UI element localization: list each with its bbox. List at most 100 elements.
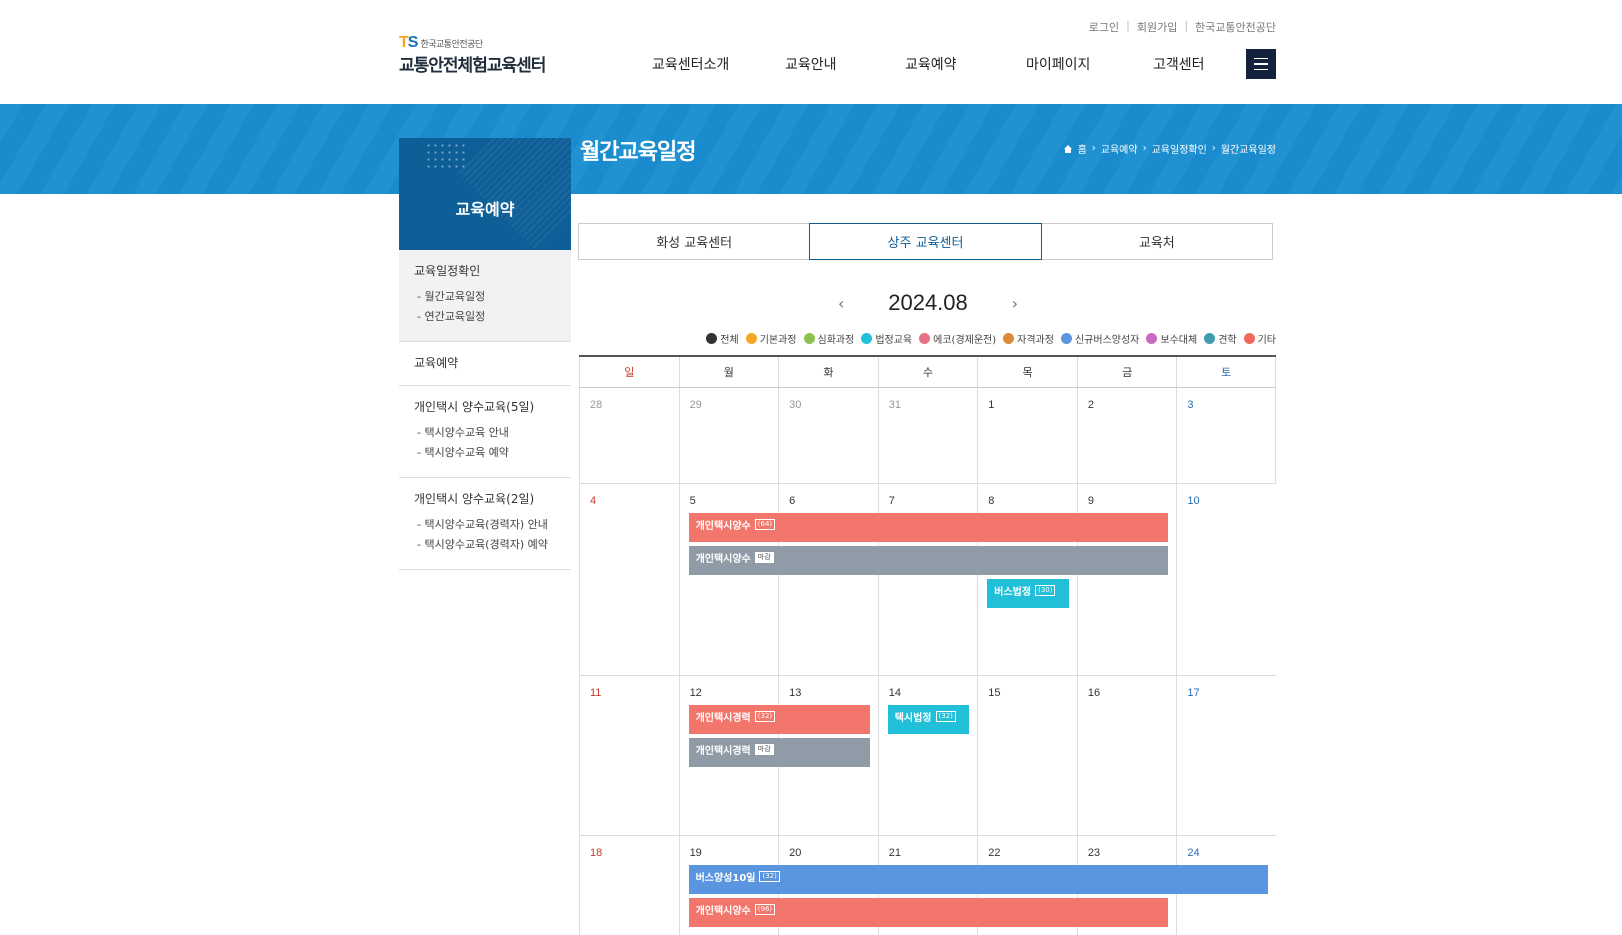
next-month-chevron-right-icon[interactable]: › bbox=[1012, 294, 1018, 313]
calendar-day-cell[interactable]: 18 bbox=[579, 836, 679, 935]
tab-edu-office[interactable]: 교육처 bbox=[1040, 223, 1273, 260]
main-nav: 교육센터소개 교육안내 교육예약 마이페이지 고객센터 bbox=[652, 54, 1233, 74]
kotsa-link[interactable]: 한국교통안전공단 bbox=[1195, 19, 1276, 35]
calendar-event[interactable]: 개인택시경력 마감 bbox=[688, 738, 870, 767]
tab-hwaseong[interactable]: 화성 교육센터 bbox=[578, 223, 811, 260]
calendar-event[interactable]: 버스양성10일 (32) bbox=[688, 865, 1268, 894]
tab-sangju[interactable]: 상주 교육센터 bbox=[809, 223, 1042, 260]
side-sub-taxi-guide[interactable]: - 택시양수교육 안내 bbox=[414, 423, 571, 443]
calendar-weekday-header: 일월화수목금토 bbox=[579, 355, 1276, 388]
calendar-day-cell[interactable]: 11 bbox=[579, 676, 679, 835]
side-item-schedule-check[interactable]: 교육일정확인 bbox=[414, 262, 571, 279]
legend-label: 기타 bbox=[1257, 335, 1276, 346]
side-item-taxi-2day[interactable]: 개인택시 양수교육(2일) bbox=[414, 490, 571, 507]
breadcrumb-home[interactable]: 홈 bbox=[1078, 141, 1087, 156]
legend-dot-icon bbox=[1204, 333, 1216, 344]
calendar-event[interactable]: 개인택시양수 (96) bbox=[688, 898, 1169, 927]
page-title: 월간교육일정 bbox=[580, 140, 696, 165]
calendar-day-cell[interactable]: 4 bbox=[579, 484, 679, 675]
legend-item[interactable]: 법정교육 bbox=[861, 331, 912, 346]
calendar-week-row: 11 12 13 14 15 16 17 개인택시경력 (32) 개인택시경력 마감 택시법정 (32) bbox=[579, 676, 1276, 836]
legend-label: 심화과정 bbox=[817, 335, 855, 346]
calendar-event[interactable]: 개인택시양수 마감 bbox=[688, 546, 1169, 575]
calendar-day-cell[interactable]: 10 bbox=[1176, 484, 1276, 675]
side-group-schedule: 교육일정확인 - 월간교육일정 - 연간교육일정 bbox=[399, 250, 571, 342]
calendar-day-cell[interactable]: 3 bbox=[1176, 388, 1276, 483]
legend-label: 자격과정 bbox=[1017, 335, 1054, 346]
breadcrumb: 홈 › 교육예약 › 교육일정확인 › 월간교육일정 bbox=[1063, 141, 1276, 156]
weekday-label: 목 bbox=[977, 357, 1077, 387]
calendar-event[interactable]: 개인택시경력 (32) bbox=[688, 705, 870, 734]
util-separator: | bbox=[1184, 19, 1189, 32]
event-label: 개인택시경력 bbox=[695, 713, 751, 724]
nav-item-edu-guide[interactable]: 교육안내 bbox=[785, 54, 905, 74]
logo-site-name: 교통안전체험교육센터 bbox=[399, 56, 546, 76]
nav-item-customer-center[interactable]: 고객센터 bbox=[1153, 54, 1233, 74]
login-link[interactable]: 로그인 bbox=[1089, 19, 1119, 35]
signup-link[interactable]: 회원가입 bbox=[1137, 19, 1177, 35]
hamburger-menu-button[interactable] bbox=[1246, 49, 1276, 79]
legend-item[interactable]: 보수대체 bbox=[1146, 331, 1197, 346]
side-group-taxi-5day: 개인택시 양수교육(5일) - 택시양수교육 안내 - 택시양수교육 예약 bbox=[399, 386, 571, 478]
legend-item[interactable]: 기타 bbox=[1243, 331, 1276, 346]
month-navigator: ‹ 2024.08 › bbox=[838, 290, 1018, 316]
ts-logo-mark: TS bbox=[399, 34, 418, 51]
category-legend: 전체 기본과정 심화과정 법정교육 에코(경제운전) 자격과정 신규버스양성자 보수대체 견학 기… bbox=[706, 331, 1276, 346]
side-item-taxi-5day[interactable]: 개인택시 양수교육(5일) bbox=[414, 398, 571, 415]
event-seats-badge: (32) bbox=[759, 871, 780, 882]
legend-item[interactable]: 기본과정 bbox=[745, 331, 797, 346]
chevron-right-icon: › bbox=[1211, 143, 1216, 154]
legend-item[interactable]: 신규버스양성자 bbox=[1060, 331, 1139, 346]
site-logo[interactable]: TS 한국교통안전공단 교통안전체험교육센터 bbox=[399, 34, 546, 77]
calendar-day-cell[interactable]: 16 bbox=[1076, 676, 1177, 835]
side-sub-yearly[interactable]: - 연간교육일정 bbox=[414, 307, 571, 327]
breadcrumb-monthly[interactable]: 월간교육일정 bbox=[1221, 141, 1276, 156]
calendar-day-cell[interactable]: 30 bbox=[778, 388, 878, 483]
legend-item[interactable]: 심화과정 bbox=[803, 331, 855, 346]
chevron-right-icon: › bbox=[1142, 143, 1147, 154]
calendar-day-cell[interactable]: 2 bbox=[1076, 388, 1177, 483]
decor-dots bbox=[425, 142, 467, 168]
calendar-body: 28 29 30 31 1 2 3 4 5 6 7 8 9 10 개인택시양수 (64) 개인택시양수 마감 버스법… bbox=[579, 388, 1276, 935]
side-sub-monthly[interactable]: - 월간교육일정 bbox=[414, 287, 571, 307]
calendar-day-cell[interactable]: 17 bbox=[1176, 676, 1276, 835]
calendar-event[interactable]: 버스법정 (30) bbox=[987, 579, 1069, 608]
side-sub-taxi-exp-reserve[interactable]: - 택시양수교육(경력자) 예약 bbox=[414, 535, 571, 555]
nav-item-center-intro[interactable]: 교육센터소개 bbox=[652, 54, 785, 74]
center-tabs: 화성 교육센터 상주 교육센터 교육처 bbox=[578, 223, 1273, 260]
legend-label: 법정교육 bbox=[875, 335, 913, 346]
legend-item[interactable]: 에코(경제운전) bbox=[919, 331, 996, 346]
utility-links: 로그인 | 회원가입 | 한국교통안전공단 bbox=[1089, 19, 1276, 35]
calendar-week-row: 4 5 6 7 8 9 10 개인택시양수 (64) 개인택시양수 마감 버스법정 (30) bbox=[579, 484, 1276, 676]
legend-item[interactable]: 견학 bbox=[1204, 331, 1237, 346]
calendar-event[interactable]: 개인택시양수 (64) bbox=[688, 513, 1169, 542]
legend-label: 기본과정 bbox=[759, 335, 797, 346]
legend-dot-icon bbox=[803, 333, 815, 344]
calendar-event[interactable]: 택시법정 (32) bbox=[887, 705, 970, 734]
calendar-day-cell[interactable]: 28 bbox=[579, 388, 679, 483]
legend-dot-icon bbox=[1146, 333, 1158, 344]
nav-item-edu-reserve[interactable]: 교육예약 bbox=[905, 54, 1026, 74]
calendar-day-cell[interactable]: 1 bbox=[977, 388, 1077, 483]
prev-month-chevron-left-icon[interactable]: ‹ bbox=[838, 294, 844, 313]
event-label: 개인택시양수 bbox=[695, 554, 751, 565]
breadcrumb-edu-reserve[interactable]: 교육예약 bbox=[1101, 141, 1138, 156]
nav-item-mypage[interactable]: 마이페이지 bbox=[1026, 54, 1153, 74]
calendar-day-cell[interactable]: 29 bbox=[678, 388, 779, 483]
event-label: 개인택시양수 bbox=[695, 906, 751, 917]
calendar-day-cell[interactable]: 31 bbox=[877, 388, 978, 483]
side-item-edu-reserve[interactable]: 교육예약 bbox=[414, 354, 571, 371]
side-sub-taxi-exp-guide[interactable]: - 택시양수교육(경력자) 안내 bbox=[414, 515, 571, 535]
legend-item[interactable]: 자격과정 bbox=[1003, 331, 1054, 346]
weekday-label: 수 bbox=[877, 357, 978, 387]
title-banner bbox=[0, 104, 1622, 194]
event-label: 버스양성10일 bbox=[695, 873, 756, 884]
event-closed-badge: 마감 bbox=[754, 552, 774, 563]
weekday-label: 화 bbox=[778, 357, 878, 387]
breadcrumb-schedule-check[interactable]: 교육일정확인 bbox=[1152, 141, 1207, 156]
side-sub-taxi-reserve[interactable]: - 택시양수교육 예약 bbox=[414, 443, 571, 463]
legend-label: 에코(경제운전) bbox=[933, 335, 997, 346]
legend-item[interactable]: 전체 bbox=[706, 331, 739, 346]
calendar-day-cell[interactable]: 14 bbox=[877, 676, 978, 835]
calendar-day-cell[interactable]: 15 bbox=[977, 676, 1077, 835]
